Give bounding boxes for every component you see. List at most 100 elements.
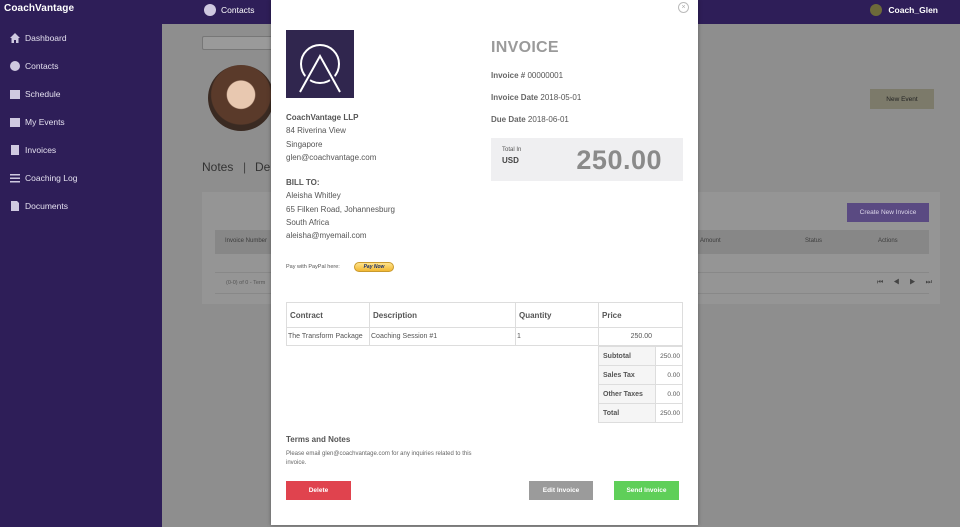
total-in-label: Total In <box>502 147 522 153</box>
sidebar-item-label: Coaching Log <box>25 173 78 183</box>
top-section-contacts[interactable]: Contacts <box>204 4 255 16</box>
column-header-price: Price <box>598 302 683 328</box>
paypal-label: Pay with PayPal here: <box>286 264 340 270</box>
list-icon <box>10 174 20 183</box>
column-header-contract: Contract <box>286 302 370 328</box>
invoice-date-line: Invoice Date 2018-05-01 <box>491 93 581 102</box>
sidebar-item-invoices[interactable]: Invoices <box>0 136 162 164</box>
top-section-label: Contacts <box>221 5 255 15</box>
invoice-date-label: Invoice Date <box>491 93 539 102</box>
events-icon <box>10 118 20 127</box>
sales-tax-label: Sales Tax <box>598 365 656 385</box>
subtotal-label: Subtotal <box>598 346 656 366</box>
sidebar-item-documents[interactable]: Documents <box>0 192 162 220</box>
due-date: 2018-06-01 <box>527 115 569 124</box>
total-value: 250.00 <box>655 403 683 423</box>
due-date-line: Due Date 2018-06-01 <box>491 115 569 124</box>
currency: USD <box>502 156 519 165</box>
due-date-label: Due Date <box>491 115 526 124</box>
row-contract: The Transform Package <box>286 327 370 346</box>
bill-to-email: aleisha@myemail.com <box>286 231 367 241</box>
bill-to-address-line1: 65 Filken Road, Johannesburg <box>286 204 395 214</box>
sidebar-item-label: Documents <box>25 201 68 211</box>
invoice-number-label: Invoice # <box>491 71 526 80</box>
sender-company: CoachVantage LLP <box>286 113 359 122</box>
sidebar-item-label: Dashboard <box>25 33 67 43</box>
company-logo <box>286 30 354 98</box>
dollar-icon <box>11 145 19 155</box>
search-input[interactable] <box>202 36 282 50</box>
sidebar-item-my-events[interactable]: My Events <box>0 108 162 136</box>
sidebar: CoachVantage Dashboard Contacts Schedule… <box>0 0 162 527</box>
column-header-description: Description <box>369 302 516 328</box>
sender-address-line1: 84 Riverina View <box>286 126 346 136</box>
total-label: Total <box>598 403 656 423</box>
total-row: Total 250.00 <box>598 403 683 423</box>
bill-to-name: Aleisha Whitley <box>286 191 341 201</box>
column-header-invoice-number[interactable]: Invoice Number <box>225 238 267 244</box>
logo-mark-icon <box>297 44 343 94</box>
invoice-date: 2018-05-01 <box>540 93 582 102</box>
sidebar-item-schedule[interactable]: Schedule <box>0 80 162 108</box>
sidebar-item-label: My Events <box>25 117 65 127</box>
delete-button[interactable]: Delete <box>286 481 351 500</box>
brand-logo-text[interactable]: CoachVantage <box>4 3 74 14</box>
smiley-icon <box>10 61 20 71</box>
bill-to-address-line2: South Africa <box>286 217 330 227</box>
sales-tax-row: Sales Tax 0.00 <box>598 365 683 385</box>
sidebar-item-coaching-log[interactable]: Coaching Log <box>0 164 162 192</box>
create-invoice-button[interactable]: Create New Invoice <box>847 203 929 222</box>
paypal-pay-now-button[interactable]: Pay Now <box>354 262 394 272</box>
other-taxes-value: 0.00 <box>655 384 683 404</box>
tab-details[interactable]: De <box>255 160 270 174</box>
new-event-button[interactable]: New Event <box>870 89 934 109</box>
avatar <box>870 4 883 16</box>
home-icon <box>10 33 20 43</box>
close-icon[interactable]: × <box>678 2 689 13</box>
bill-to-label: BILL TO: <box>286 178 320 187</box>
invoice-number-line: Invoice # 00000001 <box>491 71 563 80</box>
invoice-items-table: Contract Description Quantity Price The … <box>286 302 683 346</box>
row-count: (0-0) of 0 - Term <box>226 280 266 286</box>
total-amount: 250.00 <box>576 145 662 175</box>
row-description: Coaching Session #1 <box>369 327 516 346</box>
sidebar-nav: Dashboard Contacts Schedule My Events In… <box>0 24 162 220</box>
invoice-number: 00000001 <box>527 71 564 80</box>
tab-notes[interactable]: Notes <box>202 160 233 174</box>
tab-separator: | <box>243 160 247 174</box>
bill-to-address: BILL TO: Aleisha Whitley 65 Filken Road,… <box>286 176 395 242</box>
total-summary: Total In USD 250.00 <box>491 138 683 181</box>
terms-title: Terms and Notes <box>286 435 351 444</box>
invoice-modal: × INVOICE Invoice # 00000001 Invoice Dat… <box>271 0 698 525</box>
user-menu[interactable]: Coach_Glen <box>870 4 938 16</box>
calendar-icon <box>10 90 20 99</box>
table-header-row: Contract Description Quantity Price <box>286 302 683 328</box>
sender-email: glen@coachvantage.com <box>286 152 377 162</box>
other-taxes-label: Other Taxes <box>598 384 656 404</box>
invoice-title: INVOICE <box>491 39 559 56</box>
column-header-status[interactable]: Status <box>805 238 822 244</box>
other-taxes-row: Other Taxes 0.00 <box>598 384 683 404</box>
user-name: Coach_Glen <box>888 5 938 15</box>
sidebar-item-label: Invoices <box>25 145 57 155</box>
column-header-quantity: Quantity <box>515 302 599 328</box>
row-price: 250.00 <box>598 327 683 346</box>
sidebar-item-label: Contacts <box>25 61 59 71</box>
sidebar-item-label: Schedule <box>25 89 61 99</box>
row-quantity: 1 <box>515 327 599 346</box>
column-header-actions: Actions <box>878 238 898 244</box>
subtotal-row: Subtotal 250.00 <box>598 346 683 366</box>
sidebar-item-dashboard[interactable]: Dashboard <box>0 24 162 52</box>
subtotal-value: 250.00 <box>655 346 683 366</box>
pagination-controls[interactable]: ⏮ ◀ ▶ ⏭ <box>877 279 936 287</box>
sidebar-item-contacts[interactable]: Contacts <box>0 52 162 80</box>
totals-table: Subtotal 250.00 Sales Tax 0.00 Other Tax… <box>598 346 683 423</box>
edit-invoice-button[interactable]: Edit Invoice <box>529 481 593 500</box>
sender-address-line2: Singapore <box>286 139 323 149</box>
smiley-icon <box>204 4 216 16</box>
send-invoice-button[interactable]: Send Invoice <box>614 481 679 500</box>
table-row: The Transform Package Coaching Session #… <box>286 327 683 346</box>
sender-address: CoachVantage LLP 84 Riverina View Singap… <box>286 111 376 164</box>
column-header-amount[interactable]: Amount <box>700 238 721 244</box>
terms-text: Please email glen@coachvantage.com for a… <box>286 451 472 466</box>
